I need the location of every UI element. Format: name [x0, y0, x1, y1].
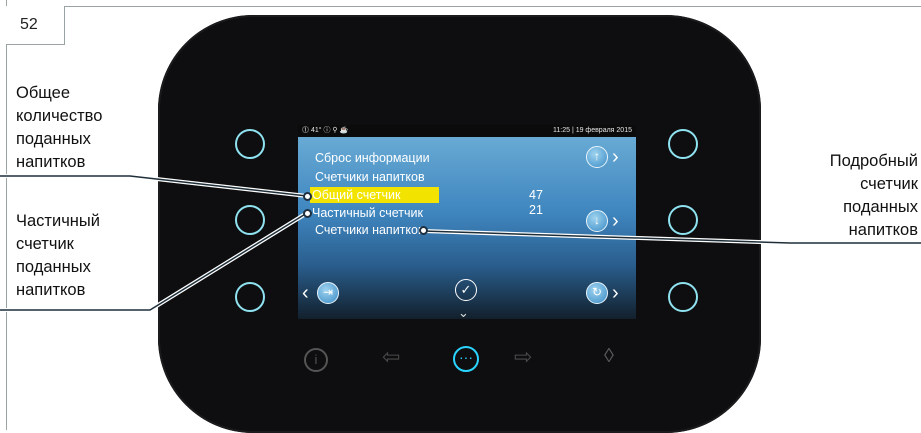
- status-bar: ⓵ 41° ⓘ ⚲ ☕ 11:25 | 19 февраля 2015: [298, 125, 636, 137]
- menu-drink-counters-detail[interactable]: Счетчики напитков: [315, 223, 425, 237]
- callout-total-line4: напитков: [16, 153, 86, 171]
- right-middle-button[interactable]: [668, 205, 698, 235]
- callout-partial-line3: поданных: [16, 258, 91, 276]
- right-top-button[interactable]: [668, 129, 698, 159]
- chevron-right-icon: ›: [612, 210, 619, 232]
- chevron-left-icon: ‹: [302, 282, 309, 304]
- callout-detailed-line3: поданных: [843, 198, 918, 216]
- left-top-button[interactable]: [235, 129, 265, 159]
- callout-partial-line1: Частичный: [16, 212, 100, 230]
- page-frame-top: [6, 6, 921, 7]
- callout-partial-line2: счетчик: [16, 235, 74, 253]
- callout-total-line1: Общее: [16, 84, 71, 102]
- info-icon[interactable]: i: [304, 348, 328, 372]
- display-screen: ⓵ 41° ⓘ ⚲ ☕ 11:25 | 19 февраля 2015 Сбро…: [298, 125, 636, 319]
- menu-total-counter[interactable]: Общий счетчик: [312, 188, 400, 202]
- callout-detailed-label: Подробный счетчик поданных напитков: [790, 150, 918, 242]
- page-number: 52: [6, 6, 65, 45]
- callout-partial-line4: напитков: [16, 281, 86, 299]
- menu-dots-icon[interactable]: ···: [453, 346, 479, 372]
- chevron-right-icon: ›: [612, 146, 619, 168]
- callout-partial-label: Частичный счетчик поданных напитков: [16, 210, 100, 302]
- callout-total-line2: количество: [16, 107, 103, 125]
- left-middle-button[interactable]: [235, 205, 265, 235]
- callout-total-line3: поданных: [16, 130, 91, 148]
- check-icon[interactable]: ✓: [455, 279, 477, 301]
- scroll-down-icon[interactable]: ⌄: [458, 305, 469, 321]
- drop-icon[interactable]: ◊: [604, 345, 614, 368]
- arrow-left-icon[interactable]: ⇦: [382, 344, 400, 370]
- status-icons: ⓵ 41° ⓘ ⚲ ☕: [302, 127, 349, 134]
- left-bottom-button[interactable]: [235, 282, 265, 312]
- exit-icon[interactable]: ⇥: [317, 282, 339, 304]
- menu-partial-counter[interactable]: Частичный счетчик: [312, 206, 423, 220]
- callout-dot-partial: [303, 209, 312, 218]
- menu-reset-info[interactable]: Сброс информации: [315, 151, 430, 165]
- arrow-right-icon[interactable]: ⇨: [514, 344, 532, 370]
- callout-detailed-line4: напитков: [848, 221, 918, 239]
- chevron-right-icon: ›: [612, 282, 619, 304]
- callout-dot-detailed: [419, 226, 428, 235]
- arrow-up-icon[interactable]: ↑: [586, 146, 608, 168]
- callout-dot-total: [303, 192, 312, 201]
- callout-total-label: Общее количество поданных напитков: [16, 82, 102, 174]
- partial-counter-value: 21: [529, 203, 543, 217]
- callout-detailed-line1: Подробный: [829, 152, 918, 170]
- page-frame-left: [6, 0, 7, 430]
- arrow-down-icon[interactable]: ↓: [586, 210, 608, 232]
- status-datetime: 11:25 | 19 февраля 2015: [553, 127, 632, 134]
- callout-detailed-line2: счетчик: [860, 175, 918, 193]
- right-bottom-button[interactable]: [668, 282, 698, 312]
- refresh-icon[interactable]: ↻: [586, 282, 608, 304]
- menu-drink-counters[interactable]: Счетчики напитков: [315, 170, 425, 184]
- total-counter-value: 47: [529, 188, 543, 202]
